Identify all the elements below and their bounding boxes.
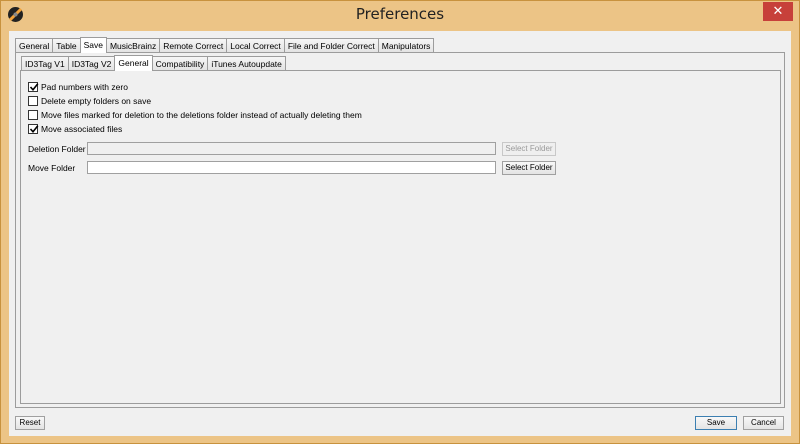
- tab-local-correct[interactable]: Local Correct: [226, 38, 285, 53]
- deletion-folder-label: Deletion Folder: [28, 144, 86, 154]
- deletion-folder-field: [87, 142, 496, 155]
- tab-table[interactable]: Table: [52, 38, 81, 53]
- reset-button[interactable]: Reset: [15, 416, 45, 430]
- tab-file-and-folder-correct[interactable]: File and Folder Correct: [283, 38, 379, 53]
- cancel-button[interactable]: Cancel: [743, 416, 784, 430]
- option-row[interactable]: Move associated files: [28, 124, 122, 134]
- subtab-id3tag-v1[interactable]: ID3Tag V1: [21, 56, 69, 71]
- option-label: Move files marked for deletion to the de…: [41, 110, 362, 120]
- option-checkbox[interactable]: [28, 82, 39, 92]
- move-folder-label: Move Folder: [28, 163, 76, 173]
- title-bar[interactable]: Preferences ✕: [1, 1, 799, 30]
- subtab-itunes-autoupdate[interactable]: iTunes Autoupdate: [207, 56, 286, 71]
- option-row[interactable]: Delete empty folders on save: [28, 96, 151, 106]
- checkmark-icon: [29, 83, 39, 92]
- option-checkbox[interactable]: [28, 96, 38, 106]
- move-select-folder-button[interactable]: Select Folder: [502, 161, 556, 175]
- preferences-window: Preferences ✕ General Table Save MusicBrain…: [0, 0, 800, 444]
- window-title: Preferences: [355, 5, 445, 23]
- main-tab-panel: ID3Tag V1 ID3Tag V2 General Compatibility iT…: [15, 52, 785, 408]
- option-row[interactable]: Move files marked for deletion to the de…: [28, 110, 362, 120]
- sub-tab-bar: ID3Tag V1 ID3Tag V2 General Compatibility iT…: [21, 55, 286, 71]
- move-folder-field[interactable]: [87, 161, 496, 174]
- subtab-general[interactable]: General: [114, 55, 153, 71]
- option-checkbox[interactable]: [28, 110, 38, 120]
- close-icon: ✕: [772, 4, 784, 19]
- subtab-id3tag-v2[interactable]: ID3Tag V2: [67, 56, 116, 71]
- option-label: Pad numbers with zero: [41, 82, 128, 92]
- tab-remote-correct[interactable]: Remote Correct: [159, 38, 228, 53]
- option-label: Move associated files: [41, 124, 123, 134]
- tab-musicbrainz[interactable]: MusicBrainz: [105, 38, 161, 53]
- option-row[interactable]: Pad numbers with zero: [28, 82, 128, 92]
- deletion-select-folder-button: Select Folder: [502, 142, 556, 156]
- dialog-content: General Table Save MusicBrainz Remote Correc…: [9, 31, 791, 436]
- sub-tab-panel: Pad numbers with zero Delete empty folder…: [20, 70, 781, 404]
- main-tab-bar: General Table Save MusicBrainz Remote Correc…: [15, 37, 435, 53]
- subtab-compatibility[interactable]: Compatibility: [151, 56, 209, 71]
- tab-general[interactable]: General: [15, 38, 54, 53]
- option-label: Delete empty folders on save: [41, 96, 152, 106]
- save-button[interactable]: Save: [695, 416, 737, 430]
- tab-manipulators[interactable]: Manipulators: [377, 38, 435, 53]
- close-button[interactable]: ✕: [763, 2, 793, 21]
- option-checkbox[interactable]: [28, 124, 39, 134]
- tab-save[interactable]: Save: [79, 37, 107, 53]
- checkmark-icon: [29, 125, 39, 134]
